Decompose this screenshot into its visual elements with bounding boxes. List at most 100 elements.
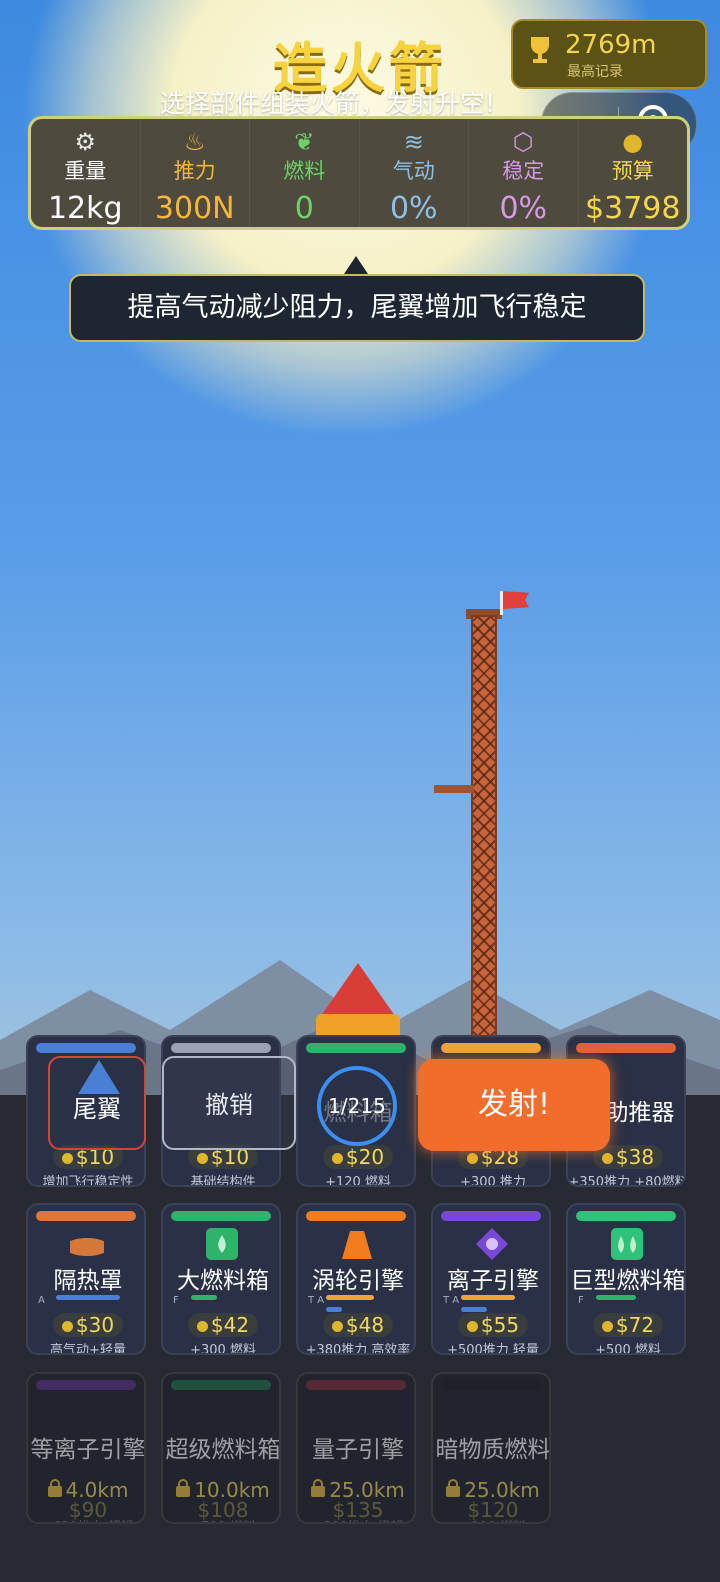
part-description: 高气动+轻量 <box>50 1343 126 1355</box>
stat-budget: ● 预算 $3798 <box>577 119 688 227</box>
coin-icon <box>331 1321 343 1332</box>
red-flag <box>503 591 529 609</box>
triangle-fin-icon <box>78 1060 120 1094</box>
stat-bar <box>461 1295 515 1300</box>
stat-fuel: ❦ 燃料 0 <box>249 119 359 227</box>
part-card-heat-shield[interactable]: 隔热罩 A $30 高气动+轻量 <box>26 1203 146 1355</box>
coin-icon <box>601 1321 613 1332</box>
part-description: +300 燃料 <box>190 1343 256 1355</box>
part-name: 等离子引擎 <box>30 1437 146 1463</box>
part-description: +500推力 轻量 <box>447 1343 539 1355</box>
part-name: 涡轮引擎 <box>312 1268 404 1294</box>
card-color-bar <box>441 1380 541 1390</box>
part-description: +800推力 极轻 <box>298 1516 414 1522</box>
launch-button[interactable]: 发射! <box>418 1059 610 1151</box>
stat-value: 0% <box>499 191 548 226</box>
coin-icon <box>331 1153 343 1164</box>
part-card-super-fuel-tank-locked[interactable]: 超级燃料箱 10.0km $108 +700 燃料 <box>161 1372 281 1524</box>
part-name: 巨型燃料箱 <box>570 1268 686 1294</box>
tail-fin-label: 尾翼 <box>73 1095 121 1123</box>
stat-label: 推力 <box>173 159 216 183</box>
part-stat-letters: F <box>578 1295 584 1306</box>
lock-icon <box>176 1479 191 1497</box>
stat-bar <box>56 1295 120 1300</box>
part-card-large-fuel-tank[interactable]: 大燃料箱 F $42 +300 燃料 <box>161 1203 281 1355</box>
part-price: $42 <box>188 1313 258 1337</box>
card-color-bar <box>306 1211 406 1221</box>
part-description: +500 燃料 <box>595 1343 661 1355</box>
part-description: +700 燃料 <box>163 1516 279 1522</box>
part-price: $20 <box>323 1145 393 1169</box>
part-card-dark-matter-fuel-locked[interactable]: 暗物质燃料 25.0km $120 +900 燃料 <box>431 1372 551 1524</box>
part-name: 暗物质燃料 <box>435 1437 551 1463</box>
lock-icon <box>446 1479 461 1497</box>
engine-nozzle-icon <box>342 1231 372 1259</box>
coin-icon <box>466 1321 478 1332</box>
fuel-drop-icon <box>206 1228 238 1260</box>
stat-bar <box>326 1307 342 1312</box>
wind-icon: ≋ <box>403 128 424 156</box>
part-description: 增加飞行稳定性 <box>42 1175 134 1187</box>
ion-diamond-icon <box>476 1228 508 1260</box>
part-description: +900 燃料 <box>433 1516 549 1522</box>
stat-bar <box>596 1295 636 1300</box>
part-description: +120 燃料 <box>325 1175 391 1187</box>
best-record-label: 最高记录 <box>567 64 623 80</box>
card-color-bar <box>36 1211 136 1221</box>
undo-button[interactable]: 撤销 <box>162 1056 296 1150</box>
stat-weight: ⚙ 重量 12kg <box>31 119 140 227</box>
hexagon-icon: ⬡ <box>512 128 534 156</box>
rocket-stats-panel: ⚙ 重量 12kg ♨ 推力 300N ❦ 燃料 0 ≋ 气动 0% ⬡ 稳定 … <box>28 116 690 230</box>
stat-value: $3798 <box>585 191 681 226</box>
stat-bar <box>326 1295 374 1300</box>
stat-label: 重量 <box>64 159 107 183</box>
part-price: $48 <box>323 1313 393 1337</box>
part-card-ion-engine[interactable]: 离子引擎 T A $55 +500推力 轻量 <box>431 1203 551 1355</box>
stat-label: 预算 <box>611 159 654 183</box>
part-name: 大燃料箱 <box>177 1268 269 1294</box>
double-fuel-drop-icon <box>611 1228 643 1260</box>
part-description: +380推力 高效率 <box>305 1343 411 1355</box>
best-record-value: 2769m <box>565 30 657 60</box>
stat-label: 稳定 <box>502 159 545 183</box>
part-name: 离子引擎 <box>447 1268 539 1294</box>
stat-value: 0% <box>389 191 438 226</box>
coin-icon: ● <box>622 128 644 156</box>
stat-label: 气动 <box>392 159 435 183</box>
part-price: $72 <box>593 1313 663 1337</box>
card-color-bar <box>576 1211 676 1221</box>
lock-icon <box>47 1479 62 1497</box>
coin-icon <box>601 1153 613 1164</box>
undo-label: 撤销 <box>205 1091 253 1119</box>
card-color-bar <box>441 1043 541 1053</box>
part-name: 隔热罩 <box>53 1268 123 1294</box>
card-color-bar <box>441 1211 541 1221</box>
flame-icon: ♨ <box>183 128 206 156</box>
leaf-icon: ❦ <box>294 128 315 156</box>
part-stat-letters: T A <box>443 1295 460 1306</box>
best-record-panel: 2769m 最高记录 <box>511 19 707 89</box>
part-description: 基础结构件 <box>190 1175 256 1187</box>
part-card-quantum-engine-locked[interactable]: 量子引擎 25.0km $135 +800推力 极轻 <box>296 1372 416 1524</box>
coin-icon <box>196 1153 208 1164</box>
part-description: +620推力 超轻 <box>28 1516 144 1522</box>
tail-fin-selector[interactable]: 尾翼 <box>48 1056 146 1150</box>
stat-label: 燃料 <box>283 159 326 183</box>
coin-icon <box>61 1153 73 1164</box>
gear-icon: ⚙ <box>74 128 96 156</box>
card-color-bar <box>306 1380 406 1390</box>
part-card-giant-fuel-tank[interactable]: 巨型燃料箱 F $72 +500 燃料 <box>566 1203 686 1355</box>
progress-counter: 1/215 <box>317 1066 397 1146</box>
part-stat-letters: T A <box>308 1295 325 1306</box>
part-card-plasma-engine-locked[interactable]: 等离子引擎 4.0km $90 +620推力 超轻 <box>26 1372 146 1524</box>
stat-stability: ⬡ 稳定 0% <box>468 119 578 227</box>
trophy-icon <box>531 37 549 63</box>
stat-value: 300N <box>154 191 235 226</box>
part-stat-letters: A <box>38 1295 45 1306</box>
coin-icon <box>196 1321 208 1332</box>
stat-thrust: ♨ 推力 300N <box>139 119 250 227</box>
launch-tower-arm <box>434 785 474 793</box>
part-card-turbo-engine[interactable]: 涡轮引擎 T A $48 +380推力 高效率 <box>296 1203 416 1355</box>
launch-tower <box>471 615 497 1045</box>
stat-aero: ≋ 气动 0% <box>358 119 469 227</box>
